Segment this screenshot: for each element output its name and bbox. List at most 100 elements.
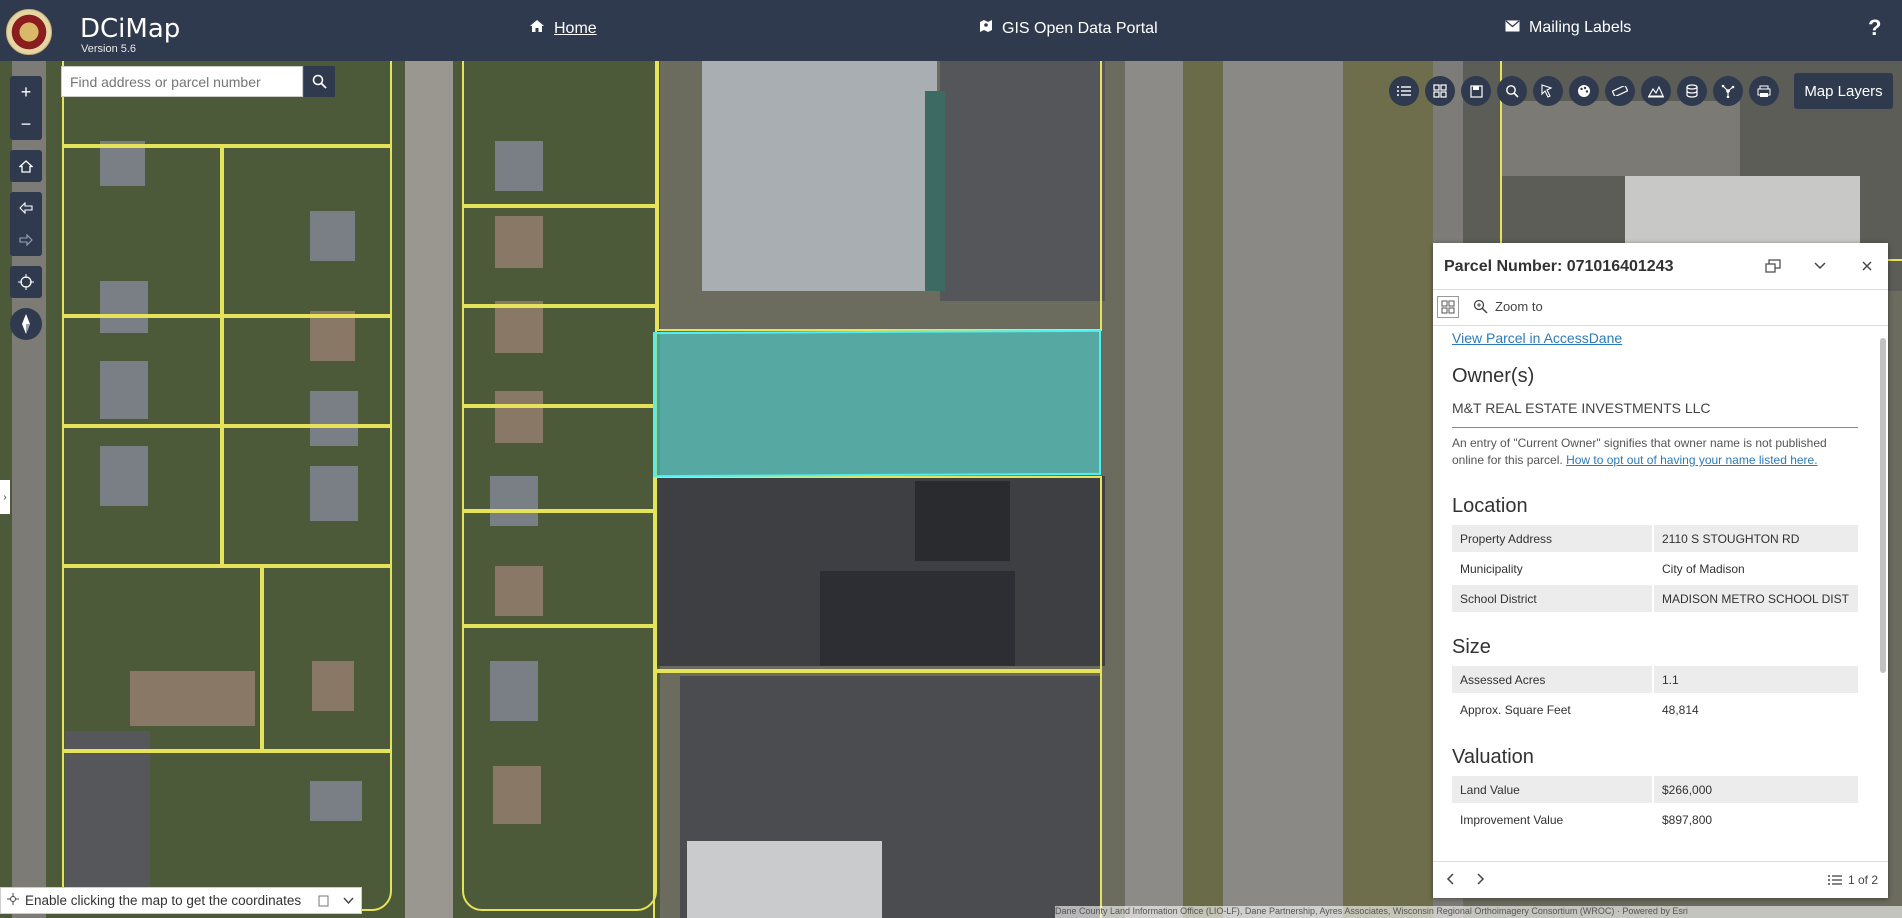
save-button[interactable] xyxy=(1461,76,1491,106)
popup-scrollbar[interactable] xyxy=(1879,326,1887,851)
network-icon xyxy=(1721,84,1735,98)
table-row: Property Address 2110 S STOUGHTON RD xyxy=(1452,525,1858,552)
parcel-boundary xyxy=(62,146,222,316)
attribute-value: MADISON METRO SCHOOL DIST xyxy=(1652,585,1858,612)
attribute-label: School District xyxy=(1452,585,1652,612)
print-button[interactable] xyxy=(1749,76,1779,106)
measure-icon xyxy=(1612,86,1628,96)
home-icon xyxy=(19,159,33,173)
attribute-value: 1.1 xyxy=(1652,666,1858,693)
basemap-gallery-button[interactable] xyxy=(1425,76,1455,106)
extent-navigation xyxy=(10,192,42,256)
size-table: Assessed Acres 1.1 Approx. Square Feet 4… xyxy=(1452,663,1858,726)
parcel-popup: Parcel Number: 071016401243 Zoom to View… xyxy=(1433,243,1888,898)
collapse-button[interactable] xyxy=(1810,256,1830,276)
search-tool-button[interactable] xyxy=(1497,76,1527,106)
arrow-left-icon xyxy=(19,202,33,214)
street xyxy=(405,61,453,918)
close-button[interactable] xyxy=(1857,256,1877,276)
basemap-icon xyxy=(1433,84,1447,98)
previous-extent-button[interactable] xyxy=(10,192,42,224)
attribute-value: $897,800 xyxy=(1652,806,1858,833)
attribute-label: Property Address xyxy=(1452,525,1652,552)
scroll-thumb[interactable] xyxy=(1880,338,1886,673)
location-table: Property Address 2110 S STOUGHTON RD Mun… xyxy=(1452,522,1858,615)
previous-feature-button[interactable] xyxy=(1446,872,1454,888)
table-row: Assessed Acres 1.1 xyxy=(1452,666,1858,693)
parcel-boundary xyxy=(653,476,1102,671)
parcel-boundary xyxy=(222,316,392,426)
envelope-icon xyxy=(1505,19,1520,37)
parcel-boundary xyxy=(462,306,657,406)
street xyxy=(12,61,46,918)
attribute-value: 48,814 xyxy=(1652,696,1858,723)
data-layers-button[interactable] xyxy=(1677,76,1707,106)
legend-list-button[interactable] xyxy=(1389,76,1419,106)
parcel-boundary xyxy=(262,566,392,751)
map-toolbar xyxy=(1389,76,1779,106)
map-layers-button[interactable]: Map Layers xyxy=(1794,73,1893,109)
parcel-boundary xyxy=(222,426,392,566)
location-heading: Location xyxy=(1452,495,1528,517)
parcel-boundary xyxy=(657,61,1102,331)
nav-mailing-labels-link[interactable]: Mailing Labels xyxy=(1505,19,1631,37)
compass-icon xyxy=(22,314,30,334)
highway xyxy=(1223,61,1343,918)
close-icon xyxy=(1862,261,1872,271)
parcel-boundary xyxy=(62,426,222,566)
compass-button[interactable] xyxy=(10,308,42,340)
feature-counter[interactable]: 1 of 2 xyxy=(1828,873,1878,887)
side-panel-expander[interactable]: › xyxy=(0,480,10,514)
next-feature-button[interactable] xyxy=(1477,872,1485,888)
identify-icon xyxy=(1541,84,1553,98)
table-row: School District MADISON METRO SCHOOL DIS… xyxy=(1452,585,1858,612)
nav-gis-portal-label: GIS Open Data Portal xyxy=(1002,19,1158,37)
search-input[interactable] xyxy=(62,67,302,96)
pagination-text: 1 of 2 xyxy=(1848,873,1879,887)
view-parcel-link[interactable]: View Parcel in AccessDane xyxy=(1452,330,1622,346)
style-button[interactable] xyxy=(1569,76,1599,106)
search-button[interactable] xyxy=(304,66,335,97)
features-list-button[interactable] xyxy=(1437,296,1459,318)
help-button[interactable]: ? xyxy=(1868,15,1881,41)
coordinates-widget: Enable clicking the map to get the coord… xyxy=(0,887,362,914)
attribute-label: Assessed Acres xyxy=(1452,666,1652,693)
popup-title: Parcel Number: 071016401243 xyxy=(1444,258,1674,275)
map-attribution: Dane County Land Information Office (LIO… xyxy=(1055,906,1902,918)
identify-button[interactable] xyxy=(1533,76,1563,106)
search-icon xyxy=(312,74,327,89)
attribute-label: Improvement Value xyxy=(1460,812,1564,827)
opt-out-link[interactable]: How to opt out of having your name liste… xyxy=(1566,453,1817,467)
zoom-out-button[interactable]: − xyxy=(10,108,42,140)
owners-heading: Owner(s) xyxy=(1452,365,1535,387)
zoom-to-action[interactable]: Zoom to xyxy=(1473,299,1543,314)
parcel-boundary xyxy=(462,61,657,206)
highway-median xyxy=(1183,61,1223,918)
parcel-boundary xyxy=(462,511,657,626)
coordinates-options-button[interactable] xyxy=(337,890,359,912)
arrow-right-icon xyxy=(19,234,33,246)
home-extent-button[interactable] xyxy=(10,150,42,182)
enable-coordinates-toggle[interactable]: Enable clicking the map to get the coord… xyxy=(25,893,301,908)
save-icon xyxy=(1469,84,1483,98)
app-version: Version 5.6 xyxy=(81,43,137,55)
locate-button[interactable] xyxy=(10,266,42,298)
table-row: Improvement Value $897,800 xyxy=(1452,806,1858,833)
measure-button[interactable] xyxy=(1605,76,1635,106)
search-box xyxy=(61,66,303,97)
attribute-value: 2110 S STOUGHTON RD xyxy=(1652,525,1858,552)
nav-home-link[interactable]: Home xyxy=(529,19,597,38)
highway-median xyxy=(1343,61,1433,918)
dock-button[interactable] xyxy=(1763,256,1783,276)
nav-gis-portal-link[interactable]: GIS Open Data Portal xyxy=(979,19,1158,38)
next-extent-button[interactable] xyxy=(10,224,42,256)
parcel-boundary xyxy=(62,316,222,426)
elevation-profile-button[interactable] xyxy=(1641,76,1671,106)
highway xyxy=(1125,61,1183,918)
attribute-value: City of Madison xyxy=(1652,555,1858,582)
copy-coordinates-button[interactable] xyxy=(312,890,334,912)
locate-icon xyxy=(18,274,34,290)
zoom-in-button[interactable]: + xyxy=(10,76,42,108)
selected-parcel-highlight[interactable] xyxy=(653,329,1101,478)
network-trace-button[interactable] xyxy=(1713,76,1743,106)
